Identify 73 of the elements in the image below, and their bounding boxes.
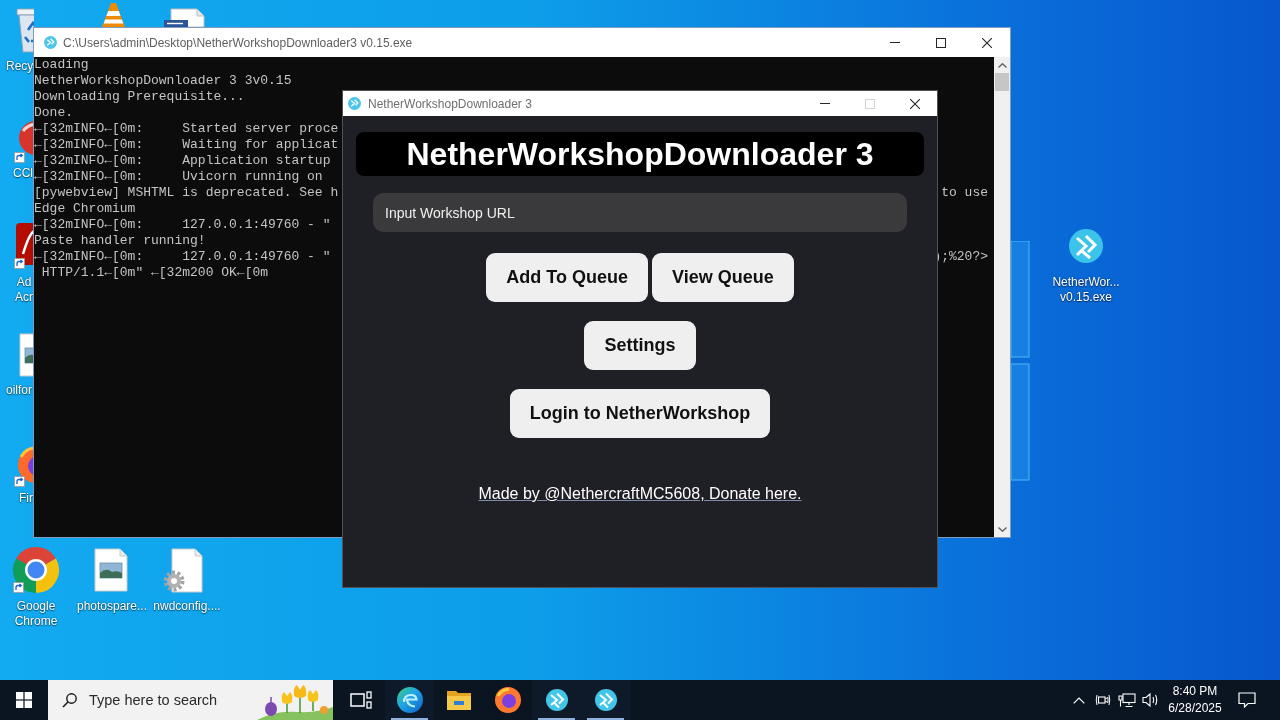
credits-link[interactable]: Made by @NethercraftMC5608, Donate here. (478, 484, 802, 503)
running-indicator (587, 718, 624, 720)
settings-button[interactable]: Settings (584, 321, 696, 370)
close-icon (909, 98, 920, 109)
taskbar-button[interactable] (385, 680, 434, 720)
desktop-icon-label: oilfor (6, 383, 32, 398)
chrome-icon[interactable] (12, 546, 60, 594)
app-icon (545, 689, 568, 711)
running-indicator (538, 718, 575, 720)
login-button[interactable]: Login to NetherWorkshop (509, 389, 771, 438)
flowers-icon (257, 683, 333, 720)
taskbar-button[interactable] (581, 680, 630, 720)
desktop-icon-label: CCl (13, 166, 33, 181)
console-line: Loading (34, 57, 89, 73)
view-queue-button[interactable]: View Queue (651, 253, 794, 302)
desktop-icon-label: Recy (6, 59, 34, 74)
console-line: NetherWorkshopDownloader 3 3v0.15 (34, 73, 292, 89)
taskbar-button[interactable] (532, 680, 581, 720)
app-heading: NetherWorkshopDownloader 3 (356, 132, 924, 176)
desktop-icon-label: NetherWor... v0.15.exe (1051, 275, 1121, 305)
desktop-icon-label: Ad Acr (14, 275, 34, 305)
window-title: C:\Users\admin\Desktop\NetherWorkshopDownloader3 v0.15.exe (63, 35, 413, 50)
task-view-icon (349, 691, 372, 709)
console-line: ←[32mINFO←[0m: Waiting for applicat (34, 137, 339, 153)
desktop-icon-label: nwdconfig.... (152, 599, 222, 614)
network-icon[interactable] (1118, 692, 1136, 708)
scrollbar[interactable] (994, 57, 1010, 537)
folder-icon (445, 689, 472, 711)
console-line: Downloading Prerequisite... (34, 89, 245, 105)
window-title: NetherWorkshopDownloader 3 (368, 96, 532, 111)
maximize-icon (936, 37, 946, 48)
app-shortcut-icon[interactable] (14, 222, 34, 271)
windows-logo-icon (16, 692, 32, 708)
console-line: ←[32mINFO←[0m: Started server proce (34, 121, 339, 137)
notification-icon[interactable] (1238, 692, 1256, 708)
console-line: to use (941, 185, 988, 201)
add-to-queue-button[interactable]: Add To Queue (486, 253, 648, 302)
desktop-icon-label: photospare... (75, 599, 149, 614)
app-icon (594, 689, 617, 711)
console-line: [pywebview] MSHTML is deprecated. See h (34, 185, 339, 201)
clock-time[interactable]: 8:40 PM (1172, 683, 1218, 700)
desktop-icon-label: Fir (19, 491, 33, 506)
camera-icon[interactable] (1095, 692, 1111, 708)
image-file-icon[interactable] (93, 548, 131, 594)
search-icon[interactable] (62, 692, 77, 708)
search-field[interactable]: Type here to search (89, 692, 257, 708)
maximize-icon (864, 98, 875, 109)
console-line: ←[32mINFO←[0m: 127.0.0.1:49760 - " (34, 217, 331, 233)
running-indicator (391, 718, 428, 720)
console-line: Edge Chromium (34, 201, 136, 217)
console-line: Paste handler running! (34, 233, 206, 249)
image-file-icon[interactable] (18, 333, 34, 377)
console-line: ←[32mINFO←[0m: Uvicorn running on (34, 169, 323, 185)
console-line: ←[32mINFO←[0m: 127.0.0.1:49760 - " (34, 249, 331, 265)
window-app-icon (44, 36, 57, 49)
document-icon[interactable] (163, 8, 206, 27)
desktop-icon-label: Google Chrome (13, 599, 59, 629)
minimize-icon (819, 103, 830, 104)
close-icon (982, 37, 992, 48)
url-input-field[interactable]: Input Workshop URL (373, 193, 907, 232)
clock-date[interactable]: 6/28/2025 (1168, 700, 1222, 717)
app-icon[interactable] (1068, 228, 1104, 264)
window-app-icon (348, 97, 361, 110)
chevron-up-icon[interactable] (1073, 696, 1085, 704)
scrollbar-thumb[interactable] (995, 73, 1009, 91)
minimize-icon (890, 42, 900, 43)
console-line: Done. (34, 105, 73, 121)
firefox-icon (494, 687, 521, 713)
traffic-cone-icon[interactable] (100, 3, 127, 27)
console-line: ←[32mINFO←[0m: Application startup (34, 153, 331, 169)
edge-icon (396, 687, 423, 713)
console-line: HTTP/1.1←[0m" ←[32m200 OK←[0m (40, 265, 269, 281)
volume-icon[interactable] (1142, 692, 1160, 708)
